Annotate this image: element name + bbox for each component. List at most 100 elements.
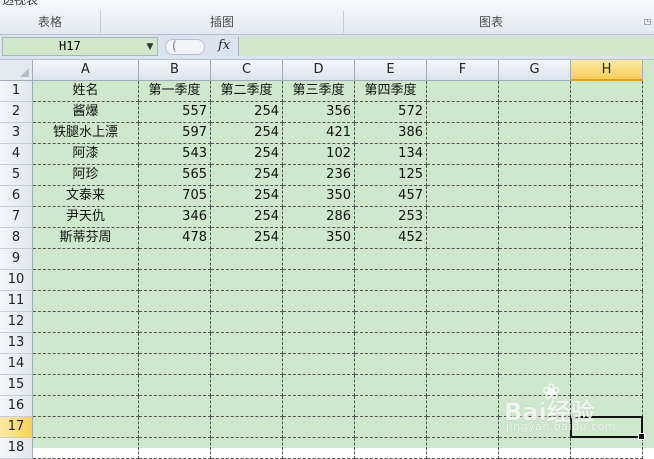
empty-cell[interactable] <box>571 396 643 417</box>
name-cell[interactable]: 文泰来 <box>33 186 139 207</box>
empty-cell[interactable] <box>211 333 283 354</box>
empty-cell[interactable] <box>283 333 355 354</box>
empty-cell[interactable] <box>571 333 643 354</box>
row-header-14[interactable]: 14 <box>0 354 33 375</box>
empty-cell[interactable] <box>139 270 211 291</box>
row-header-3[interactable]: 3 <box>0 123 33 144</box>
empty-cell[interactable] <box>571 438 643 459</box>
value-cell[interactable]: 386 <box>355 123 427 144</box>
value-cell[interactable]: 478 <box>139 228 211 249</box>
value-cell[interactable]: 254 <box>211 186 283 207</box>
row-header-9[interactable]: 9 <box>0 249 33 270</box>
name-cell[interactable]: 酱爆 <box>33 102 139 123</box>
empty-cell[interactable] <box>427 333 499 354</box>
row-header-4[interactable]: 4 <box>0 144 33 165</box>
empty-cell[interactable] <box>283 354 355 375</box>
value-cell[interactable]: 597 <box>139 123 211 144</box>
value-cell[interactable]: 236 <box>283 165 355 186</box>
value-cell[interactable]: 457 <box>355 186 427 207</box>
column-header-c[interactable]: C <box>211 60 283 81</box>
empty-cell[interactable] <box>211 249 283 270</box>
name-cell[interactable]: 斯蒂芬周 <box>33 228 139 249</box>
row-header-8[interactable]: 8 <box>0 228 33 249</box>
empty-cell[interactable] <box>571 102 643 123</box>
column-header-e[interactable]: E <box>355 60 427 81</box>
empty-cell[interactable] <box>139 354 211 375</box>
value-cell[interactable]: 572 <box>355 102 427 123</box>
value-cell[interactable]: 254 <box>211 228 283 249</box>
value-cell[interactable]: 254 <box>211 144 283 165</box>
empty-cell[interactable] <box>33 396 139 417</box>
empty-cell[interactable] <box>427 312 499 333</box>
value-cell[interactable]: 356 <box>283 102 355 123</box>
empty-cell[interactable] <box>499 333 571 354</box>
empty-cell[interactable] <box>427 186 499 207</box>
empty-cell[interactable] <box>139 249 211 270</box>
value-cell[interactable]: 557 <box>139 102 211 123</box>
empty-cell[interactable] <box>571 291 643 312</box>
empty-cell[interactable] <box>571 165 643 186</box>
empty-cell[interactable] <box>499 207 571 228</box>
empty-cell[interactable] <box>355 333 427 354</box>
row-header-11[interactable]: 11 <box>0 291 33 312</box>
empty-cell[interactable] <box>283 249 355 270</box>
insert-function-icon[interactable]: fx <box>218 38 230 53</box>
empty-cell[interactable] <box>139 438 211 459</box>
empty-cell[interactable] <box>33 249 139 270</box>
ribbon-group-tables[interactable]: 表格 <box>0 11 101 33</box>
value-cell[interactable]: 543 <box>139 144 211 165</box>
value-cell[interactable]: 254 <box>211 207 283 228</box>
value-cell[interactable]: 253 <box>355 207 427 228</box>
select-all-corner[interactable] <box>0 60 33 81</box>
empty-cell[interactable] <box>211 396 283 417</box>
empty-cell[interactable] <box>211 291 283 312</box>
empty-cell[interactable] <box>211 312 283 333</box>
empty-cell[interactable] <box>427 375 499 396</box>
empty-cell[interactable] <box>499 396 571 417</box>
empty-cell[interactable] <box>139 375 211 396</box>
empty-cell[interactable] <box>283 438 355 459</box>
value-cell[interactable]: 350 <box>283 186 355 207</box>
value-cell[interactable]: 254 <box>211 102 283 123</box>
empty-cell[interactable] <box>139 396 211 417</box>
value-cell[interactable]: 286 <box>283 207 355 228</box>
name-cell[interactable]: 尹天仇 <box>33 207 139 228</box>
empty-cell[interactable] <box>427 249 499 270</box>
empty-cell[interactable] <box>33 312 139 333</box>
empty-cell[interactable] <box>499 354 571 375</box>
empty-cell[interactable] <box>571 228 643 249</box>
header-cell[interactable]: 第二季度 <box>211 81 283 102</box>
value-cell[interactable]: 254 <box>211 123 283 144</box>
value-cell[interactable]: 102 <box>283 144 355 165</box>
empty-cell[interactable] <box>571 144 643 165</box>
value-cell[interactable]: 705 <box>139 186 211 207</box>
empty-cell[interactable] <box>139 291 211 312</box>
empty-cell[interactable] <box>571 312 643 333</box>
empty-cell[interactable] <box>499 375 571 396</box>
empty-cell[interactable] <box>355 375 427 396</box>
value-cell[interactable]: 346 <box>139 207 211 228</box>
empty-cell[interactable] <box>427 396 499 417</box>
column-header-g[interactable]: G <box>499 60 571 81</box>
empty-cell[interactable] <box>211 438 283 459</box>
empty-cell[interactable] <box>283 291 355 312</box>
empty-cell[interactable] <box>499 102 571 123</box>
empty-cell[interactable] <box>427 291 499 312</box>
column-header-h[interactable]: H <box>571 60 643 81</box>
empty-cell[interactable] <box>499 123 571 144</box>
empty-cell[interactable] <box>427 228 499 249</box>
empty-cell[interactable] <box>355 249 427 270</box>
empty-cell[interactable] <box>33 438 139 459</box>
empty-cell[interactable] <box>499 438 571 459</box>
empty-cell[interactable] <box>283 312 355 333</box>
value-cell[interactable]: 565 <box>139 165 211 186</box>
empty-cell[interactable] <box>571 270 643 291</box>
value-cell[interactable]: 125 <box>355 165 427 186</box>
empty-cell[interactable] <box>355 270 427 291</box>
formula-input[interactable] <box>238 37 654 56</box>
empty-cell[interactable] <box>427 438 499 459</box>
empty-cell[interactable] <box>139 312 211 333</box>
empty-cell[interactable] <box>571 81 643 102</box>
empty-cell[interactable] <box>283 396 355 417</box>
empty-cell[interactable] <box>571 123 643 144</box>
